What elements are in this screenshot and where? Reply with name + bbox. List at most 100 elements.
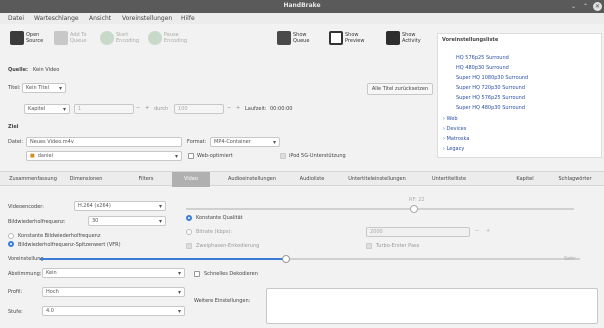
start-encoding-button[interactable]: Start Encoding <box>100 27 144 49</box>
menu-warteschlange[interactable]: Warteschlange <box>34 15 79 22</box>
range-to-minus[interactable]: − <box>227 105 231 111</box>
add-to-queue-button[interactable]: Add To Queue <box>54 27 92 49</box>
handbrake-window: HandBrake ⌄ ⌃ ✕ Datei Warteschlange Ansi… <box>0 0 604 328</box>
preset-group-legacy[interactable]: › Legacy <box>443 146 464 152</box>
tab-filters[interactable]: Filters <box>130 172 162 187</box>
ipod-label: iPod 5G-Unterstützung <box>289 153 346 159</box>
menu-ansicht[interactable]: Ansicht <box>89 15 111 22</box>
preset-item[interactable]: Super HQ 480p30 Surround <box>456 105 525 111</box>
pause-icon <box>148 31 162 45</box>
duration-label: Laufzeit: <box>245 106 267 112</box>
bitrate-plus[interactable]: + <box>486 228 490 234</box>
quality-slider-handle[interactable] <box>410 205 418 213</box>
preset-item[interactable]: Super HQ 576p25 Surround <box>456 95 525 101</box>
window-title: HandBrake <box>283 2 321 9</box>
maximize-icon[interactable]: ⌃ <box>581 2 590 11</box>
framerate-select[interactable]: 30 <box>88 216 166 226</box>
preset-group-web[interactable]: › Web <box>443 116 458 122</box>
settings-tabs: Zusammenfassung Dimensionen Filters Vide… <box>0 171 604 187</box>
preset-item[interactable]: HQ 576p25 Surround <box>456 55 509 61</box>
web-optimized-label: Web-optimiert <box>197 153 233 159</box>
minimize-icon[interactable]: ⌄ <box>569 2 578 11</box>
preset-item[interactable]: Super HQ 720p30 Surround <box>456 85 525 91</box>
format-label: Format: <box>187 139 207 145</box>
tune-label: Abstimmung: <box>8 271 42 277</box>
show-preview-button[interactable]: Show Preview <box>329 27 369 49</box>
preset-item[interactable]: Super HQ 1080p30 Surround <box>456 75 528 81</box>
destination-label: Ziel <box>8 124 19 130</box>
encoder-preset-slider-handle[interactable] <box>282 255 290 263</box>
source-value: Kein Video <box>33 67 60 73</box>
tab-zusammenfassung[interactable]: Zusammenfassung <box>4 172 62 187</box>
source-label: Quelle: <box>8 67 29 73</box>
encoder-preset-label: Voreinstellung <box>8 256 44 262</box>
quality-slider-track[interactable] <box>186 208 574 210</box>
title-select[interactable]: Kein Titel <box>22 83 66 93</box>
two-pass-label: Zweiphasen-Enkodierung <box>196 243 260 249</box>
cfr-radio[interactable] <box>8 233 14 239</box>
profile-select[interactable]: Hoch <box>42 287 185 297</box>
pause-encoding-button[interactable]: Pause Encoding <box>148 27 192 49</box>
close-icon[interactable]: ✕ <box>593 2 602 11</box>
duration-value: 00:00:00 <box>270 106 293 112</box>
tune-select[interactable]: Kein <box>42 268 185 278</box>
tab-audioeinstellungen[interactable]: Audioeinstellungen <box>217 172 287 187</box>
file-label: Datei: <box>8 139 24 145</box>
folder-select[interactable]: ■ daniel <box>26 151 182 161</box>
show-activity-button[interactable]: Show Activity <box>386 27 426 49</box>
bitrate-minus[interactable]: − <box>475 228 479 234</box>
play-icon <box>100 31 114 45</box>
range-to-label: durch <box>154 106 169 112</box>
menu-datei[interactable]: Datei <box>8 15 24 22</box>
quality-value-label: RF: 22 <box>409 197 425 203</box>
profile-label: Profil: <box>8 289 23 295</box>
menu-voreinstellungen[interactable]: Voreinstellungen <box>122 15 172 22</box>
level-label: Stufe: <box>8 309 23 315</box>
tab-untertiteleinstellungen[interactable]: Untertiteleinstellungen <box>336 172 418 187</box>
constant-quality-radio[interactable] <box>186 215 192 221</box>
preset-group-matroska[interactable]: › Matroska <box>443 136 469 142</box>
bitrate-radio[interactable] <box>186 229 192 235</box>
tab-audioliste[interactable]: Audioliste <box>295 172 329 187</box>
tab-untertitelliste[interactable]: Untertitelliste <box>426 172 472 187</box>
turbo-checkbox[interactable] <box>366 243 372 249</box>
tab-video[interactable]: Video <box>172 172 210 187</box>
reset-titles-button[interactable]: Alle Titel zurücksetzen <box>367 83 433 95</box>
tab-dimensionen[interactable]: Dimensionen <box>64 172 108 187</box>
web-optimized-checkbox[interactable] <box>188 153 194 159</box>
preset-list-header: Voreinstellungsliste <box>442 37 499 43</box>
range-from-minus[interactable]: − <box>136 105 140 111</box>
ipod-checkbox[interactable] <box>280 153 286 159</box>
bitrate-input[interactable]: 2000 <box>366 227 470 237</box>
show-queue-button[interactable]: Show Queue <box>277 27 317 49</box>
preset-list: Voreinstellungsliste HQ 576p25 Surround … <box>437 33 602 158</box>
queue-icon <box>277 31 291 45</box>
more-settings-textarea[interactable] <box>266 288 598 324</box>
open-source-button[interactable]: Open Source <box>10 27 46 49</box>
menu-hilfe[interactable]: Hilfe <box>181 15 195 22</box>
range-mode-select[interactable]: Kapitel <box>24 104 70 114</box>
vfr-radio[interactable] <box>8 241 14 247</box>
more-settings-label: Weitere Einstellungen: <box>194 298 251 304</box>
tab-schlagwoerter[interactable]: Schlagwörter <box>552 172 598 187</box>
level-select[interactable]: 4.0 <box>42 306 185 316</box>
tab-kapitel[interactable]: Kapitel <box>510 172 540 187</box>
preset-group-devices[interactable]: › Devices <box>443 126 466 132</box>
encoder-select[interactable]: H.264 (x264) <box>74 201 166 211</box>
film-icon <box>10 31 24 45</box>
encoder-label: Videoencoder: <box>8 204 44 210</box>
file-name-input[interactable]: Neues Video.m4v <box>26 137 182 147</box>
fast-decode-label: Schnelles Dekodieren <box>204 271 258 277</box>
format-select[interactable]: MP4-Container <box>210 137 280 147</box>
range-from-spin[interactable]: 1 <box>74 104 134 114</box>
preset-item[interactable]: HQ 480p30 Surround <box>456 65 509 71</box>
range-to-plus[interactable]: + <box>236 105 240 111</box>
fast-decode-checkbox[interactable] <box>194 271 200 277</box>
add-queue-icon <box>54 31 68 45</box>
constant-quality-label: Konstante Qualität <box>196 215 243 221</box>
range-from-plus[interactable]: + <box>145 105 149 111</box>
terminal-icon <box>386 31 400 45</box>
two-pass-checkbox[interactable] <box>186 243 192 249</box>
folder-icon: ■ <box>30 153 35 159</box>
range-to-spin[interactable]: 100 <box>174 104 224 114</box>
